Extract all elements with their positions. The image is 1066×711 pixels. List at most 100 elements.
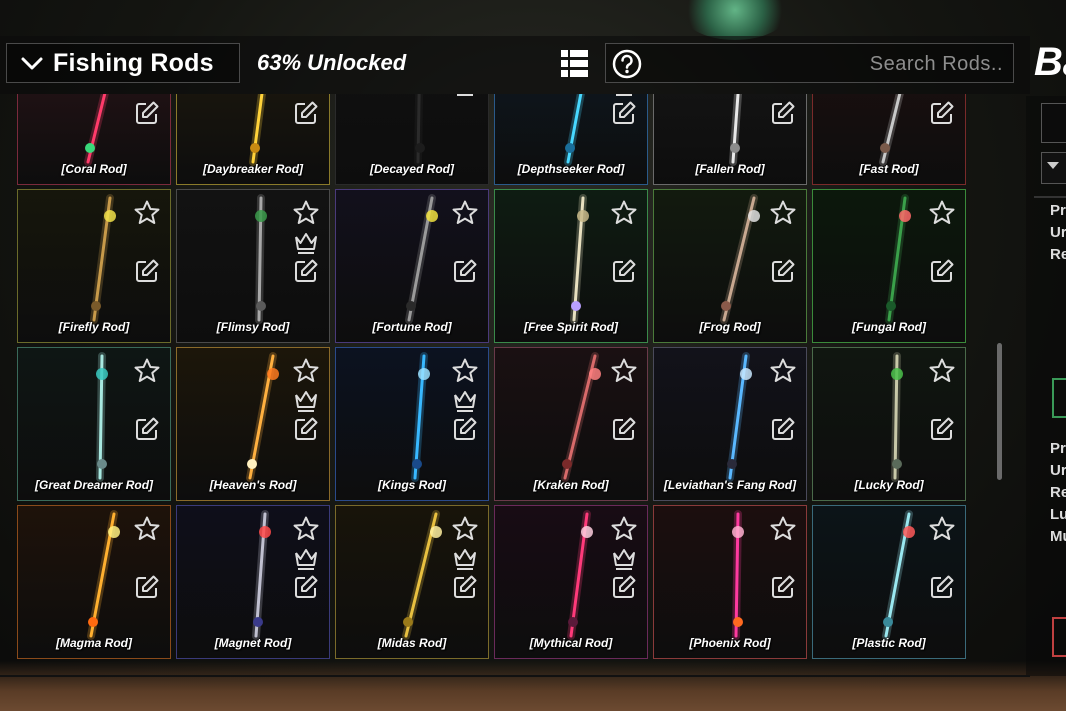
star-icon[interactable] (134, 200, 160, 226)
edit-icon[interactable] (293, 258, 319, 284)
right-panel-preview-box (1041, 103, 1066, 143)
chevron-down-icon (1047, 162, 1059, 169)
star-icon[interactable] (929, 358, 955, 384)
edit-icon[interactable] (452, 574, 478, 600)
star-icon[interactable] (770, 200, 796, 226)
scrollbar-thumb[interactable] (997, 343, 1002, 480)
right-panel-line: Lu (1050, 506, 1066, 523)
rod-card[interactable]: [Flimsy Rod] (176, 189, 330, 343)
star-icon[interactable] (611, 516, 637, 542)
star-icon[interactable] (929, 200, 955, 226)
rod-card[interactable]: [Fast Rod] (812, 94, 966, 185)
star-icon[interactable] (134, 358, 160, 384)
crown-icon[interactable] (611, 94, 637, 97)
star-icon[interactable] (452, 200, 478, 226)
star-icon[interactable] (452, 516, 478, 542)
rod-card[interactable]: [Lucky Rod] (812, 347, 966, 501)
rod-name: [Depthseeker Rod] (517, 162, 625, 176)
rod-card[interactable]: [Depthseeker Rod] (494, 94, 648, 185)
rod-card[interactable]: [Leviathan's Fang Rod] (653, 347, 807, 501)
edit-icon[interactable] (770, 574, 796, 600)
rod-card[interactable]: [Frog Rod] (653, 189, 807, 343)
crown-icon[interactable] (452, 387, 478, 413)
crown-icon[interactable] (611, 545, 637, 571)
rod-name: [Fortune Rod] (372, 320, 452, 334)
edit-icon[interactable] (929, 258, 955, 284)
rod-card[interactable]: [Fungal Rod] (812, 189, 966, 343)
rod-card[interactable]: [Midas Rod] (335, 505, 489, 659)
edit-icon[interactable] (929, 416, 955, 442)
edit-icon[interactable] (134, 100, 160, 126)
star-icon[interactable] (611, 358, 637, 384)
rod-card[interactable]: [Kraken Rod] (494, 347, 648, 501)
rod-card[interactable]: [Daybreaker Rod] (176, 94, 330, 185)
rod-card[interactable]: [Magma Rod] (17, 505, 171, 659)
crown-icon[interactable] (293, 229, 319, 255)
crown-icon[interactable] (452, 94, 478, 97)
equip-button[interactable] (1052, 378, 1066, 418)
rod-name: [Fast Rod] (859, 162, 919, 176)
side-panel-heading: Ba (1034, 40, 1066, 84)
star-icon[interactable] (929, 516, 955, 542)
rod-name: [Decayed Rod] (369, 162, 455, 176)
edit-icon[interactable] (293, 574, 319, 600)
star-icon[interactable] (293, 516, 319, 542)
edit-icon[interactable] (770, 258, 796, 284)
rod-name: [Daybreaker Rod] (202, 162, 304, 176)
edit-icon[interactable] (611, 258, 637, 284)
rod-card[interactable]: [Kings Rod] (335, 347, 489, 501)
rod-card[interactable]: [Phoenix Rod] (653, 505, 807, 659)
grid-view-icon[interactable] (561, 50, 588, 77)
edit-icon[interactable] (452, 258, 478, 284)
rod-name: [Leviathan's Fang Rod] (663, 478, 797, 492)
edit-icon[interactable] (929, 100, 955, 126)
crown-icon[interactable] (293, 545, 319, 571)
help-icon[interactable] (612, 49, 642, 79)
star-icon[interactable] (611, 200, 637, 226)
edit-icon[interactable] (929, 574, 955, 600)
crown-icon[interactable] (293, 387, 319, 413)
star-icon[interactable] (134, 516, 160, 542)
rod-card[interactable]: [Fortune Rod] (335, 189, 489, 343)
rod-name: [Kraken Rod] (533, 478, 609, 492)
rod-card[interactable]: [Free Spirit Rod] (494, 189, 648, 343)
star-icon[interactable] (770, 516, 796, 542)
rod-card[interactable]: [Decayed Rod] (335, 94, 489, 185)
edit-icon[interactable] (452, 416, 478, 442)
rod-card[interactable]: [Fallen Rod] (653, 94, 807, 185)
divider (1034, 196, 1066, 198)
category-dropdown[interactable]: Fishing Rods (6, 43, 240, 83)
rod-card[interactable]: [Magnet Rod] (176, 505, 330, 659)
crown-icon[interactable] (452, 545, 478, 571)
edit-icon[interactable] (134, 416, 160, 442)
right-panel-line: Ur (1050, 224, 1066, 241)
edit-icon[interactable] (611, 416, 637, 442)
edit-icon[interactable] (611, 574, 637, 600)
search-input[interactable] (701, 44, 1005, 84)
rod-card[interactable]: [Coral Rod] (17, 94, 171, 185)
star-icon[interactable] (293, 358, 319, 384)
rod-card[interactable]: [Firefly Rod] (17, 189, 171, 343)
rod-card[interactable]: [Mythical Rod] (494, 505, 648, 659)
rod-name: [Fungal Rod] (852, 320, 926, 334)
search-box[interactable] (605, 43, 1014, 84)
rod-card[interactable]: [Great Dreamer Rod] (17, 347, 171, 501)
rod-card[interactable]: [Heaven's Rod] (176, 347, 330, 501)
edit-icon[interactable] (770, 416, 796, 442)
edit-icon[interactable] (134, 574, 160, 600)
edit-icon[interactable] (293, 416, 319, 442)
edit-icon[interactable] (293, 100, 319, 126)
star-icon[interactable] (770, 358, 796, 384)
rod-grid-viewport[interactable]: [Coral Rod] [Daybreaker Rod] [Decayed Rod]… (0, 94, 1014, 675)
edit-icon[interactable] (611, 100, 637, 126)
rod-name: [Lucky Rod] (854, 478, 924, 492)
star-icon[interactable] (293, 200, 319, 226)
rod-name: [Midas Rod] (377, 636, 447, 650)
right-panel-line: Pr (1050, 202, 1066, 219)
unequip-button[interactable] (1052, 617, 1066, 657)
edit-icon[interactable] (770, 100, 796, 126)
rod-card[interactable]: [Plastic Rod] (812, 505, 966, 659)
chevron-down-icon (21, 57, 43, 70)
star-icon[interactable] (452, 358, 478, 384)
edit-icon[interactable] (134, 258, 160, 284)
